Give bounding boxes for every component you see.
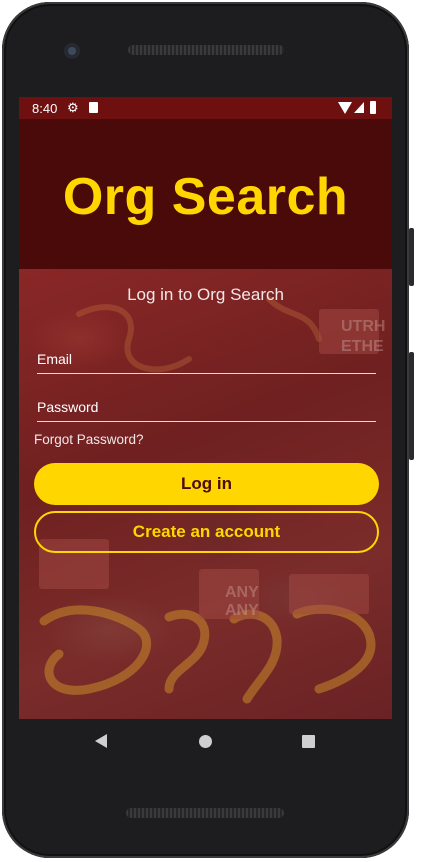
login-button[interactable]: Log in (34, 463, 379, 505)
power-button (409, 228, 414, 286)
email-field[interactable] (37, 345, 376, 373)
login-subtitle: Log in to Org Search (127, 285, 284, 304)
email-field-container (37, 345, 376, 374)
sd-card-icon (89, 102, 98, 113)
password-field[interactable] (37, 393, 376, 421)
app-screen: 8:40 ⚙ Org Search UTRH ETHE ANY ANY Log … (19, 97, 392, 719)
battery-icon (370, 101, 376, 114)
svg-text:ANY: ANY (225, 602, 259, 619)
volume-button (409, 352, 414, 460)
wifi-icon (338, 102, 352, 114)
app-header: Org Search (19, 119, 392, 269)
front-camera-icon (64, 43, 80, 59)
bottom-speaker (126, 808, 284, 818)
status-time: 8:40 (32, 101, 58, 116)
phone-device: 8:40 ⚙ Org Search UTRH ETHE ANY ANY Log … (0, 0, 421, 862)
gear-icon: ⚙ (67, 100, 79, 115)
back-icon[interactable] (95, 734, 107, 748)
create-account-button[interactable]: Create an account (34, 511, 379, 553)
earpiece-speaker (128, 45, 284, 55)
login-panel: UTRH ETHE ANY ANY Log in to Org Search F… (19, 269, 392, 719)
password-field-container (37, 393, 376, 422)
app-title: Org Search (62, 168, 349, 226)
svg-text:ANY: ANY (225, 584, 259, 601)
svg-text:UTRH: UTRH (341, 318, 385, 335)
recents-icon[interactable] (302, 735, 315, 748)
status-bar: 8:40 ⚙ (19, 97, 392, 119)
forgot-password-link[interactable]: Forgot Password? (34, 432, 144, 447)
home-icon[interactable] (199, 735, 212, 748)
navigation-bar (19, 719, 392, 765)
signal-icon (354, 102, 364, 113)
